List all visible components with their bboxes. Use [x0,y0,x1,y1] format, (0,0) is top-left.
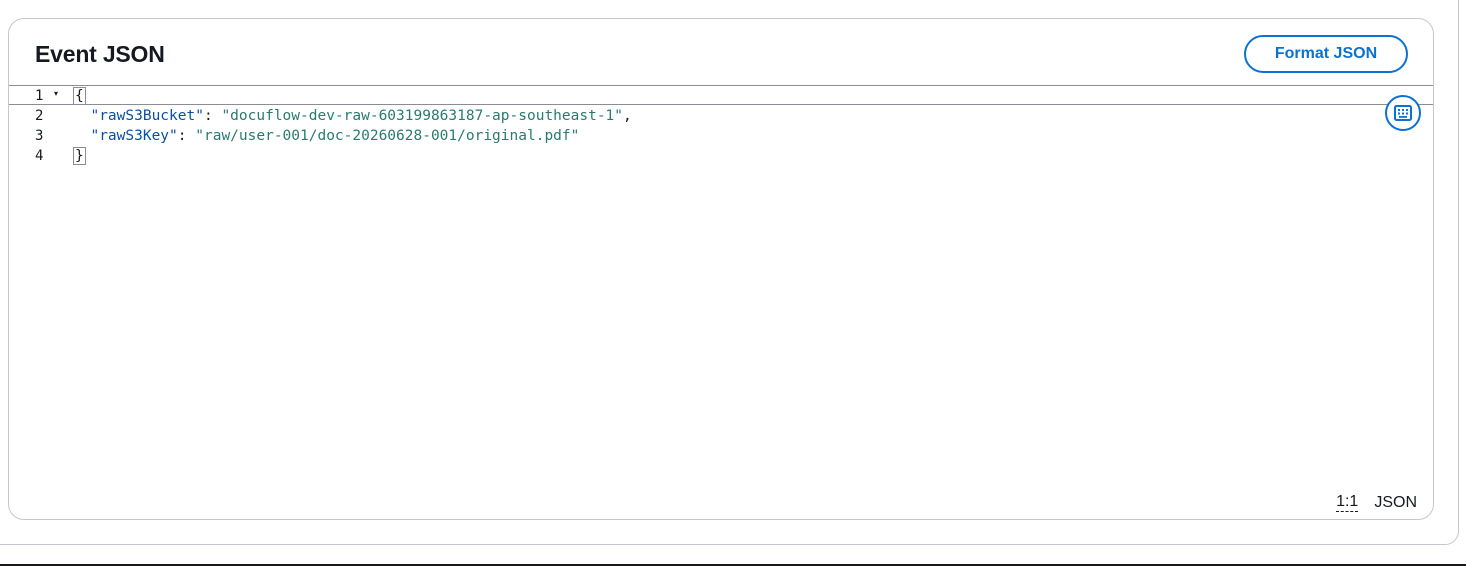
code-line: { [73,86,86,106]
format-json-button[interactable]: Format JSON [1244,35,1408,73]
line-number: 3 [35,128,44,144]
line-number: 2 [35,108,44,124]
active-line-highlight [9,86,1433,105]
close-brace: } [73,147,86,165]
json-key: "rawS3Key" [90,128,178,144]
cursor-position[interactable]: 1:1 [1336,493,1359,512]
page-bottom-strip [0,545,1466,570]
fold-toggle-icon[interactable]: ▾ [54,87,58,101]
event-json-panel: Event JSON Format JSON 1 ▾ 2 3 4 { "rawS… [8,18,1434,520]
code-editor[interactable]: 1 ▾ 2 3 4 { "rawS3Bucket": "docuflow-dev… [9,85,1433,520]
language-mode: JSON [1374,493,1417,511]
code-line: "rawS3Key": "raw/user-001/doc-20260628-0… [73,126,579,146]
json-value: "docuflow-dev-raw-603199863187-ap-southe… [221,108,624,124]
json-comma: , [623,108,632,124]
code-line: } [73,146,86,166]
page-bottom-edge [0,564,1466,566]
line-number: 1 [35,88,44,104]
editor-status-bar: 1:1 JSON [1336,493,1417,512]
keyboard-shortcuts-button[interactable] [1385,95,1421,131]
json-separator: : [203,108,222,124]
code-line: "rawS3Bucket": "docuflow-dev-raw-6031998… [73,106,632,126]
line-number-gutter: 1 ▾ 2 3 4 [9,86,69,520]
open-brace: { [73,87,86,105]
json-separator: : [177,128,196,144]
line-number: 4 [35,148,44,164]
keyboard-icon [1394,105,1412,121]
panel-title: Event JSON [35,41,165,67]
json-value: "raw/user-001/doc-20260628-001/original.… [195,128,580,144]
json-key: "rawS3Bucket" [90,108,204,124]
